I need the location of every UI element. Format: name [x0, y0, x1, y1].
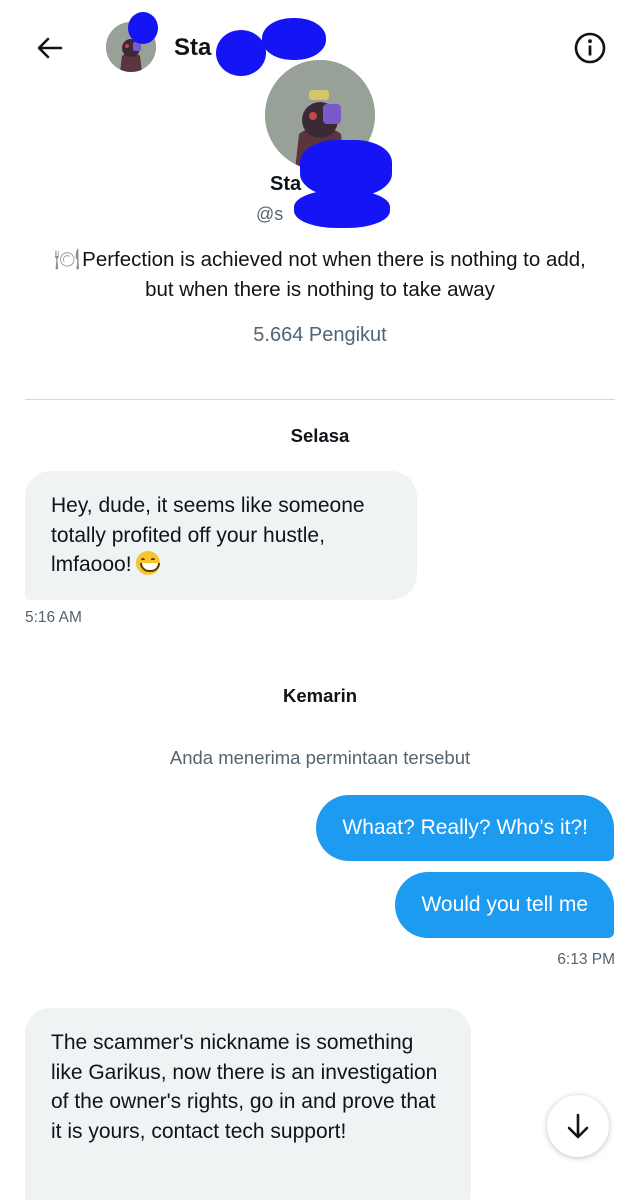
redaction-mark — [300, 140, 392, 196]
incoming-message-2[interactable]: The scammer's nickname is something like… — [25, 1008, 471, 1200]
plate-emoji: 🍽 — [54, 247, 81, 271]
redaction-mark — [216, 30, 266, 76]
outgoing-message-1[interactable]: Whaat? Really? Who's it?! — [316, 795, 614, 861]
outgoing-message-2[interactable]: Would you tell me — [395, 872, 614, 938]
redaction-mark — [294, 190, 390, 228]
arrow-down-icon — [567, 1113, 589, 1139]
incoming-message-1[interactable]: Hey, dude, it seems like someone totally… — [25, 471, 417, 600]
info-circle-icon — [574, 32, 606, 64]
message-timestamp: 5:16 AM — [25, 609, 82, 626]
arrow-left-icon — [37, 37, 63, 59]
info-button[interactable] — [570, 28, 610, 68]
message-text: Hey, dude, it seems like someone totally… — [51, 494, 365, 576]
system-note: Anda menerima permintaan tersebut — [169, 747, 471, 768]
conversation-title: Sta — [174, 34, 212, 61]
profile-handle: @s — [256, 204, 284, 224]
grinning-squinting-face-emoji — [135, 551, 160, 575]
profile-name: Sta — [270, 173, 302, 195]
redaction-mark — [128, 12, 158, 44]
divider — [25, 399, 615, 400]
redaction-mark — [262, 18, 326, 60]
profile-bio-text: Perfection is achieved not when there is… — [82, 248, 586, 301]
day-separator-kemarin: Kemarin — [282, 685, 358, 706]
followers-count[interactable]: 5.664 Pengikut — [0, 324, 640, 347]
back-button[interactable] — [30, 28, 70, 68]
day-separator-selasa: Selasa — [290, 425, 350, 446]
scroll-to-bottom-button[interactable] — [547, 1095, 609, 1157]
message-text: The scammer's nickname is something like… — [51, 1031, 438, 1143]
message-timestamp: 6:13 PM — [557, 951, 615, 968]
profile-bio: 🍽Perfection is achieved not when there i… — [40, 244, 600, 305]
